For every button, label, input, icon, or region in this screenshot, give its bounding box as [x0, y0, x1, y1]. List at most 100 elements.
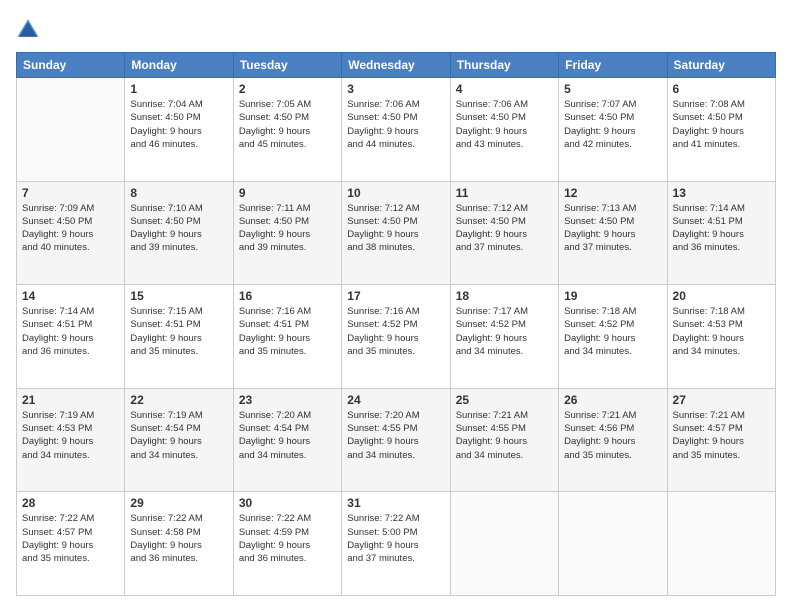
calendar-cell: 16 Sunrise: 7:16 AM Sunset: 4:51 PM Dayli…	[233, 285, 341, 389]
day-info: Sunrise: 7:15 AM Sunset: 4:51 PM Dayligh…	[130, 305, 227, 358]
calendar-cell: 21 Sunrise: 7:19 AM Sunset: 4:53 PM Dayli…	[17, 388, 125, 492]
day-info: Sunrise: 7:16 AM Sunset: 4:51 PM Dayligh…	[239, 305, 336, 358]
day-number: 27	[673, 393, 770, 407]
calendar-cell: 5 Sunrise: 7:07 AM Sunset: 4:50 PM Daylig…	[559, 78, 667, 182]
calendar-cell: 13 Sunrise: 7:14 AM Sunset: 4:51 PM Dayli…	[667, 181, 775, 285]
day-info: Sunrise: 7:22 AM Sunset: 4:59 PM Dayligh…	[239, 512, 336, 565]
day-number: 28	[22, 496, 119, 510]
day-number: 8	[130, 186, 227, 200]
calendar-cell: 14Sunrise: 7:14 AM Sunset: 4:51 PM Dayli…	[17, 285, 125, 389]
calendar-cell: 17 Sunrise: 7:16 AM Sunset: 4:52 PM Dayli…	[342, 285, 450, 389]
calendar-cell: 6 Sunrise: 7:08 AM Sunset: 4:50 PM Daylig…	[667, 78, 775, 182]
week-row-2: 7 Sunrise: 7:09 AM Sunset: 4:50 PM Daylig…	[17, 181, 776, 285]
day-info: Sunrise: 7:06 AM Sunset: 4:50 PM Dayligh…	[347, 98, 444, 151]
day-info: Sunrise: 7:22 AM Sunset: 4:58 PM Dayligh…	[130, 512, 227, 565]
day-number: 2	[239, 82, 336, 96]
day-number: 13	[673, 186, 770, 200]
weekday-header-friday: Friday	[559, 53, 667, 78]
day-number: 18	[456, 289, 553, 303]
week-row-4: 21 Sunrise: 7:19 AM Sunset: 4:53 PM Dayli…	[17, 388, 776, 492]
calendar-cell: 20Sunrise: 7:18 AM Sunset: 4:53 PM Dayli…	[667, 285, 775, 389]
calendar-cell: 23Sunrise: 7:20 AM Sunset: 4:54 PM Dayli…	[233, 388, 341, 492]
week-row-1: 1 Sunrise: 7:04 AM Sunset: 4:50 PM Daylig…	[17, 78, 776, 182]
weekday-header-row: SundayMondayTuesdayWednesdayThursdayFrid…	[17, 53, 776, 78]
weekday-header-saturday: Saturday	[667, 53, 775, 78]
day-info: Sunrise: 7:10 AM Sunset: 4:50 PM Dayligh…	[130, 202, 227, 255]
week-row-5: 28Sunrise: 7:22 AM Sunset: 4:57 PM Dayli…	[17, 492, 776, 596]
day-number: 21	[22, 393, 119, 407]
calendar-cell	[17, 78, 125, 182]
header	[16, 16, 776, 40]
day-number: 14	[22, 289, 119, 303]
weekday-header-monday: Monday	[125, 53, 233, 78]
day-info: Sunrise: 7:11 AM Sunset: 4:50 PM Dayligh…	[239, 202, 336, 255]
day-info: Sunrise: 7:16 AM Sunset: 4:52 PM Dayligh…	[347, 305, 444, 358]
weekday-header-sunday: Sunday	[17, 53, 125, 78]
day-info: Sunrise: 7:17 AM Sunset: 4:52 PM Dayligh…	[456, 305, 553, 358]
logo	[16, 16, 44, 40]
calendar-cell: 7 Sunrise: 7:09 AM Sunset: 4:50 PM Daylig…	[17, 181, 125, 285]
calendar-cell: 11 Sunrise: 7:12 AM Sunset: 4:50 PM Dayli…	[450, 181, 558, 285]
day-number: 22	[130, 393, 227, 407]
calendar-table: SundayMondayTuesdayWednesdayThursdayFrid…	[16, 52, 776, 596]
day-number: 10	[347, 186, 444, 200]
weekday-header-tuesday: Tuesday	[233, 53, 341, 78]
calendar-cell: 3 Sunrise: 7:06 AM Sunset: 4:50 PM Daylig…	[342, 78, 450, 182]
day-info: Sunrise: 7:21 AM Sunset: 4:57 PM Dayligh…	[673, 409, 770, 462]
calendar-cell: 2 Sunrise: 7:05 AM Sunset: 4:50 PM Daylig…	[233, 78, 341, 182]
day-number: 1	[130, 82, 227, 96]
calendar-cell: 1 Sunrise: 7:04 AM Sunset: 4:50 PM Daylig…	[125, 78, 233, 182]
day-number: 6	[673, 82, 770, 96]
day-info: Sunrise: 7:09 AM Sunset: 4:50 PM Dayligh…	[22, 202, 119, 255]
day-info: Sunrise: 7:04 AM Sunset: 4:50 PM Dayligh…	[130, 98, 227, 151]
day-info: Sunrise: 7:12 AM Sunset: 4:50 PM Dayligh…	[347, 202, 444, 255]
calendar-cell: 22 Sunrise: 7:19 AM Sunset: 4:54 PM Dayli…	[125, 388, 233, 492]
day-info: Sunrise: 7:05 AM Sunset: 4:50 PM Dayligh…	[239, 98, 336, 151]
day-number: 3	[347, 82, 444, 96]
day-number: 19	[564, 289, 661, 303]
day-info: Sunrise: 7:21 AM Sunset: 4:56 PM Dayligh…	[564, 409, 661, 462]
day-number: 4	[456, 82, 553, 96]
day-info: Sunrise: 7:20 AM Sunset: 4:54 PM Dayligh…	[239, 409, 336, 462]
calendar-cell: 26 Sunrise: 7:21 AM Sunset: 4:56 PM Dayli…	[559, 388, 667, 492]
day-info: Sunrise: 7:12 AM Sunset: 4:50 PM Dayligh…	[456, 202, 553, 255]
day-info: Sunrise: 7:18 AM Sunset: 4:52 PM Dayligh…	[564, 305, 661, 358]
calendar-cell: 29 Sunrise: 7:22 AM Sunset: 4:58 PM Dayli…	[125, 492, 233, 596]
calendar-cell: 4Sunrise: 7:06 AM Sunset: 4:50 PM Daylig…	[450, 78, 558, 182]
day-info: Sunrise: 7:19 AM Sunset: 4:53 PM Dayligh…	[22, 409, 119, 462]
day-info: Sunrise: 7:20 AM Sunset: 4:55 PM Dayligh…	[347, 409, 444, 462]
calendar-cell: 24 Sunrise: 7:20 AM Sunset: 4:55 PM Dayli…	[342, 388, 450, 492]
calendar-cell: 8 Sunrise: 7:10 AM Sunset: 4:50 PM Daylig…	[125, 181, 233, 285]
page: SundayMondayTuesdayWednesdayThursdayFrid…	[0, 0, 792, 612]
day-info: Sunrise: 7:21 AM Sunset: 4:55 PM Dayligh…	[456, 409, 553, 462]
day-info: Sunrise: 7:08 AM Sunset: 4:50 PM Dayligh…	[673, 98, 770, 151]
day-info: Sunrise: 7:07 AM Sunset: 4:50 PM Dayligh…	[564, 98, 661, 151]
day-number: 12	[564, 186, 661, 200]
day-number: 24	[347, 393, 444, 407]
calendar-cell: 10 Sunrise: 7:12 AM Sunset: 4:50 PM Dayli…	[342, 181, 450, 285]
day-number: 25	[456, 393, 553, 407]
calendar-cell: 9 Sunrise: 7:11 AM Sunset: 4:50 PM Daylig…	[233, 181, 341, 285]
day-number: 26	[564, 393, 661, 407]
day-number: 17	[347, 289, 444, 303]
day-number: 5	[564, 82, 661, 96]
day-number: 29	[130, 496, 227, 510]
logo-icon	[16, 16, 40, 40]
day-info: Sunrise: 7:18 AM Sunset: 4:53 PM Dayligh…	[673, 305, 770, 358]
day-number: 9	[239, 186, 336, 200]
weekday-header-thursday: Thursday	[450, 53, 558, 78]
day-info: Sunrise: 7:14 AM Sunset: 4:51 PM Dayligh…	[673, 202, 770, 255]
day-number: 16	[239, 289, 336, 303]
week-row-3: 14Sunrise: 7:14 AM Sunset: 4:51 PM Dayli…	[17, 285, 776, 389]
calendar-cell	[450, 492, 558, 596]
day-info: Sunrise: 7:19 AM Sunset: 4:54 PM Dayligh…	[130, 409, 227, 462]
weekday-header-wednesday: Wednesday	[342, 53, 450, 78]
day-number: 31	[347, 496, 444, 510]
calendar-cell	[559, 492, 667, 596]
calendar-cell: 12Sunrise: 7:13 AM Sunset: 4:50 PM Dayli…	[559, 181, 667, 285]
calendar-cell: 30Sunrise: 7:22 AM Sunset: 4:59 PM Dayli…	[233, 492, 341, 596]
day-number: 7	[22, 186, 119, 200]
day-number: 11	[456, 186, 553, 200]
calendar-cell: 15Sunrise: 7:15 AM Sunset: 4:51 PM Dayli…	[125, 285, 233, 389]
calendar-cell: 27 Sunrise: 7:21 AM Sunset: 4:57 PM Dayli…	[667, 388, 775, 492]
